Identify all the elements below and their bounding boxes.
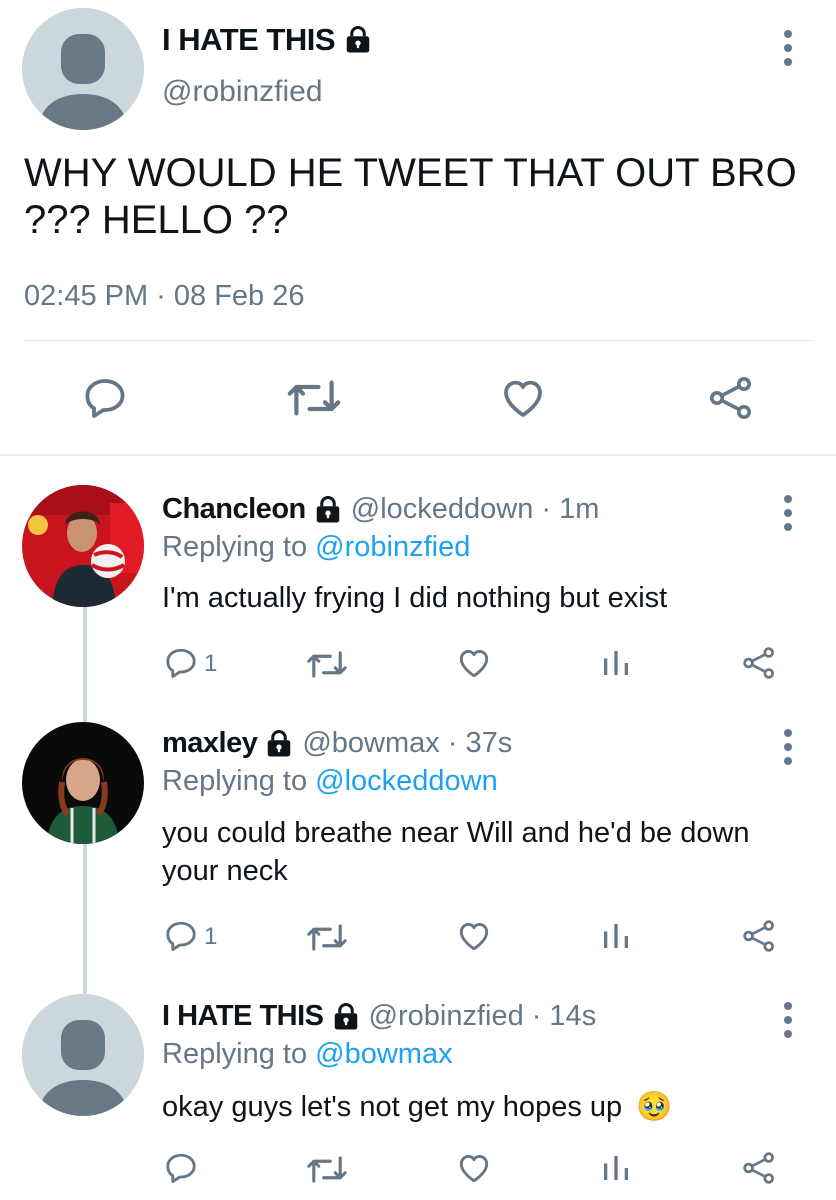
- main-display-name-row[interactable]: I HATE THIS: [162, 22, 373, 58]
- default-avatar-icon: [22, 8, 144, 130]
- reply-header: Chancleon @lockeddown · 1m: [162, 493, 599, 526]
- display-name[interactable]: Chancleon: [162, 493, 306, 526]
- divider: [24, 340, 812, 341]
- retweet-icon[interactable]: [305, 921, 349, 954]
- reply-icon[interactable]: [162, 918, 200, 954]
- handle[interactable]: @robinzfied: [369, 1000, 524, 1033]
- handle[interactable]: @robinzfied: [162, 75, 323, 109]
- more-icon[interactable]: [782, 493, 794, 533]
- display-name[interactable]: I HATE THIS: [162, 22, 336, 58]
- share-icon[interactable]: [740, 1150, 778, 1186]
- replying-to-label: Replying to: [162, 1038, 308, 1070]
- tweet-text: WHY WOULD HE TWEET THAT OUT BRO ??? HELL…: [24, 151, 797, 242]
- reply-avatar[interactable]: [22, 485, 144, 607]
- analytics-icon[interactable]: [598, 918, 634, 954]
- lock-icon: [313, 495, 343, 525]
- replying-to-link[interactable]: @lockeddown: [315, 765, 498, 797]
- more-icon[interactable]: [782, 28, 794, 68]
- like-icon[interactable]: [455, 918, 493, 954]
- display-name[interactable]: maxley: [162, 727, 258, 760]
- display-name[interactable]: I HATE THIS: [162, 1000, 324, 1033]
- reply-icon[interactable]: [80, 374, 130, 422]
- thread-line: [83, 607, 87, 722]
- like-icon[interactable]: [455, 1150, 493, 1186]
- retweet-icon[interactable]: [305, 648, 349, 681]
- reply-count: 1: [204, 923, 218, 950]
- lock-icon: [331, 1002, 361, 1032]
- timestamp[interactable]: 02:45 PM · 08 Feb 26: [24, 280, 305, 313]
- like-icon[interactable]: [498, 374, 548, 422]
- reply-avatar[interactable]: [22, 722, 144, 844]
- analytics-icon[interactable]: [598, 1150, 634, 1186]
- reply-header: maxley @bowmax · 37s: [162, 727, 512, 760]
- profile-photo-icon: [22, 722, 144, 844]
- replying-to: Replying to @bowmax: [162, 1038, 453, 1071]
- handle[interactable]: @lockeddown: [351, 493, 534, 526]
- share-icon[interactable]: [706, 374, 756, 422]
- lock-icon: [343, 25, 373, 55]
- reply-text: you could breathe near Will and he'd be …: [162, 817, 750, 887]
- divider: [0, 454, 836, 456]
- thread-line: [83, 844, 87, 994]
- reply-time[interactable]: · 14s: [532, 1000, 596, 1033]
- share-icon[interactable]: [740, 918, 778, 954]
- lock-icon: [264, 729, 294, 759]
- reply-header: I HATE THIS @robinzfied · 14s: [162, 1000, 596, 1033]
- reply-text: I'm actually frying I did nothing but ex…: [162, 582, 668, 614]
- reply-icon[interactable]: [162, 645, 200, 681]
- replying-to: Replying to @lockeddown: [162, 765, 498, 798]
- reply-count: 1: [204, 650, 218, 677]
- retweet-icon[interactable]: [285, 376, 343, 420]
- like-icon[interactable]: [455, 645, 493, 681]
- handle[interactable]: @bowmax: [302, 727, 439, 760]
- reply-time[interactable]: · 1m: [541, 493, 599, 526]
- reply-time[interactable]: · 37s: [448, 727, 512, 760]
- share-icon[interactable]: [740, 645, 778, 681]
- reply-text-row: okay guys let's not get my hopes up 🥹: [162, 1088, 782, 1126]
- profile-photo-icon: [22, 485, 144, 607]
- reply-text: okay guys let's not get my hopes up: [162, 1091, 623, 1123]
- replying-to: Replying to @robinzfied: [162, 531, 470, 564]
- pleading-face-emoji: 🥹: [636, 1091, 673, 1123]
- replying-to-label: Replying to: [162, 765, 308, 797]
- main-avatar[interactable]: [22, 8, 144, 130]
- replying-to-link[interactable]: @robinzfied: [315, 531, 470, 563]
- retweet-icon[interactable]: [305, 1153, 349, 1186]
- replying-to-label: Replying to: [162, 531, 308, 563]
- default-avatar-icon: [22, 994, 144, 1116]
- reply-avatar[interactable]: [22, 994, 144, 1116]
- replying-to-link[interactable]: @bowmax: [315, 1038, 452, 1070]
- more-icon[interactable]: [782, 727, 794, 767]
- more-icon[interactable]: [782, 1000, 794, 1040]
- reply-icon[interactable]: [162, 1150, 200, 1186]
- analytics-icon[interactable]: [598, 645, 634, 681]
